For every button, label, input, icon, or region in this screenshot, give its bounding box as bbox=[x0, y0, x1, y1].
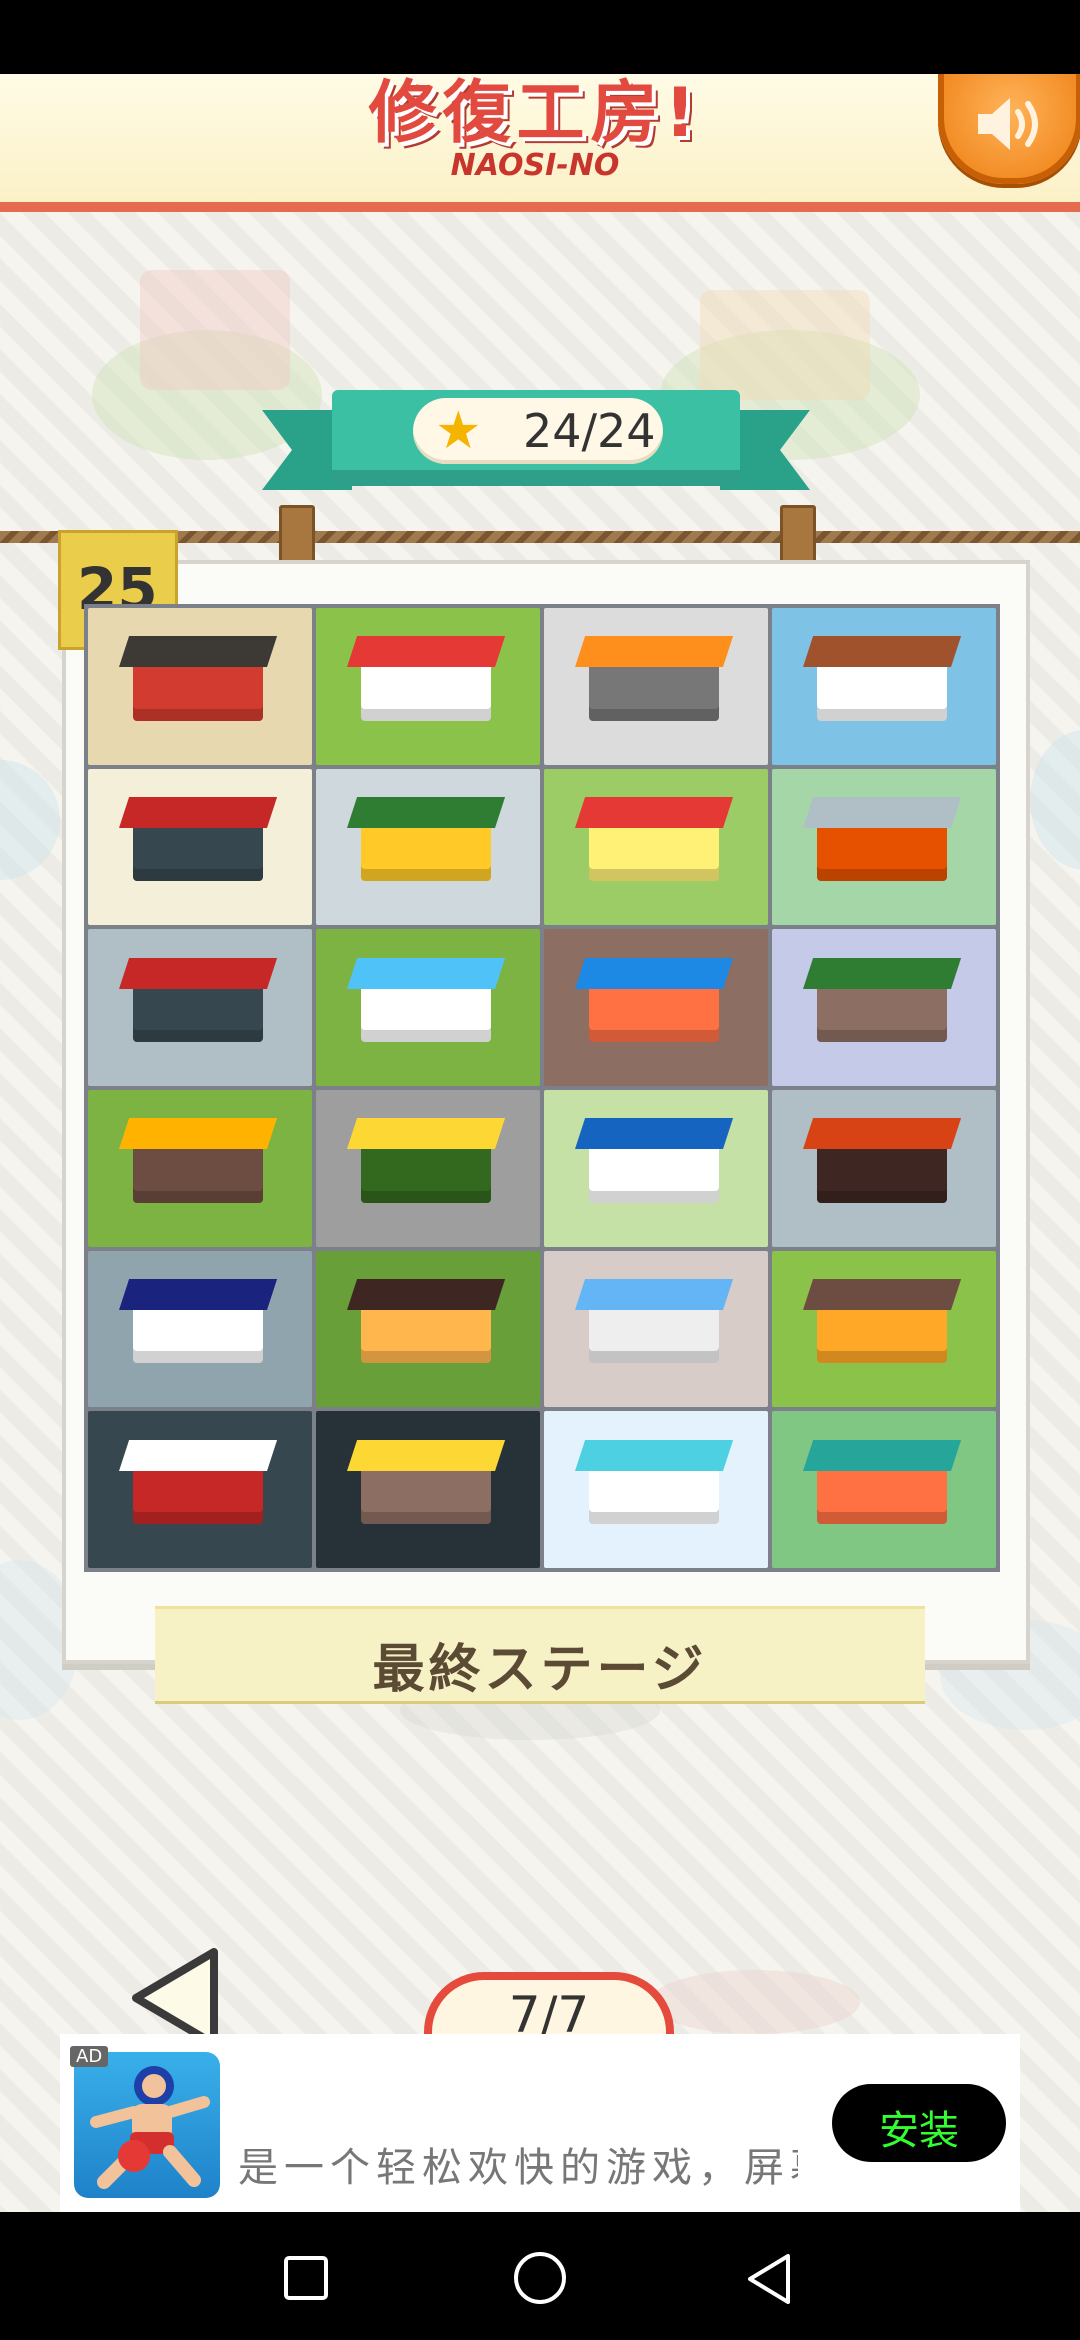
stage-tile[interactable] bbox=[316, 1090, 540, 1247]
background-building bbox=[140, 270, 290, 390]
wrestler-icon bbox=[90, 2066, 210, 2189]
tile-roof bbox=[346, 957, 505, 989]
install-button[interactable]: 安装 bbox=[832, 2084, 1006, 2162]
star-counter: ★ 24/24 bbox=[413, 398, 663, 464]
stage-tile[interactable] bbox=[316, 1411, 540, 1568]
tile-roof bbox=[574, 957, 733, 989]
stage-tile[interactable] bbox=[88, 1250, 312, 1408]
tile-roof bbox=[118, 1118, 277, 1150]
stage-tile[interactable] bbox=[88, 1411, 312, 1568]
background-building bbox=[700, 290, 870, 400]
stage-tile[interactable] bbox=[772, 1250, 996, 1408]
stage-tile[interactable] bbox=[544, 768, 768, 926]
stage-label-text: 最終ステージ bbox=[372, 1640, 708, 1700]
stage-tile[interactable] bbox=[772, 1411, 996, 1568]
ad-app-icon[interactable] bbox=[74, 2052, 220, 2198]
stage-tile[interactable] bbox=[88, 608, 312, 765]
stage-tile[interactable] bbox=[316, 929, 540, 1086]
tile-roof bbox=[346, 1118, 505, 1150]
stage-tile[interactable] bbox=[544, 608, 768, 765]
stage-tile[interactable] bbox=[544, 1411, 768, 1568]
tile-roof bbox=[802, 1439, 961, 1471]
stage-tile[interactable] bbox=[88, 1090, 312, 1247]
background-building bbox=[1030, 730, 1080, 870]
tile-roof bbox=[118, 957, 277, 989]
tile-roof bbox=[574, 796, 733, 829]
install-button-label: 安装 bbox=[879, 2108, 959, 2154]
tile-roof bbox=[346, 796, 505, 829]
stage-tile-grid[interactable] bbox=[84, 604, 1000, 1572]
stage-tile[interactable] bbox=[544, 929, 768, 1086]
stage-tile[interactable] bbox=[316, 768, 540, 926]
ad-description: 是一个轻松欢快的游戏，屏幕 bbox=[238, 2145, 798, 2191]
stage-label-banner[interactable]: 最終ステージ bbox=[155, 1606, 925, 1704]
tile-roof bbox=[802, 636, 961, 668]
logo-title-jp: 修復工房! bbox=[368, 74, 702, 153]
stage-tile[interactable] bbox=[772, 608, 996, 765]
tile-roof bbox=[802, 1278, 961, 1311]
stage-tile[interactable] bbox=[544, 1250, 768, 1408]
stage-tile[interactable] bbox=[88, 929, 312, 1086]
star-icon: ★ bbox=[435, 401, 482, 461]
stage-tile[interactable] bbox=[772, 1090, 996, 1247]
tile-roof bbox=[118, 796, 277, 829]
background-building bbox=[0, 760, 60, 880]
speaker-icon bbox=[978, 98, 1038, 150]
tile-roof bbox=[574, 1118, 733, 1150]
tile-roof bbox=[574, 1278, 733, 1311]
stage-tile[interactable] bbox=[772, 768, 996, 926]
circle-icon[interactable] bbox=[512, 2250, 568, 2306]
tile-roof bbox=[346, 1278, 505, 1311]
tile-roof bbox=[574, 636, 733, 668]
tile-roof bbox=[118, 1278, 277, 1311]
stage-tile[interactable] bbox=[772, 929, 996, 1086]
tile-roof bbox=[802, 1118, 961, 1150]
tile-roof bbox=[346, 1439, 505, 1471]
square-icon[interactable] bbox=[282, 2254, 330, 2302]
tile-roof bbox=[802, 957, 961, 989]
game-logo: 修復工房! NAOSI-NO bbox=[310, 74, 760, 184]
page-indicator: 7/7 bbox=[424, 1972, 674, 2044]
system-nav-bar bbox=[0, 2212, 1080, 2340]
tile-roof bbox=[574, 1439, 733, 1471]
star-count-text: 24/24 bbox=[523, 404, 656, 458]
triangle-left-icon[interactable] bbox=[130, 1948, 222, 2048]
tile-roof bbox=[118, 636, 277, 668]
stage-tile[interactable] bbox=[316, 608, 540, 765]
stage-tile[interactable] bbox=[316, 1250, 540, 1408]
stage-tile[interactable] bbox=[544, 1090, 768, 1247]
status-bar bbox=[0, 0, 1080, 74]
tile-roof bbox=[802, 796, 961, 829]
triangle-back-icon[interactable] bbox=[744, 2252, 794, 2306]
tile-roof bbox=[346, 636, 505, 668]
ad-tag: AD bbox=[70, 2046, 109, 2067]
tile-roof bbox=[118, 1439, 277, 1471]
stage-tile[interactable] bbox=[88, 768, 312, 926]
background-building bbox=[650, 1970, 860, 2034]
